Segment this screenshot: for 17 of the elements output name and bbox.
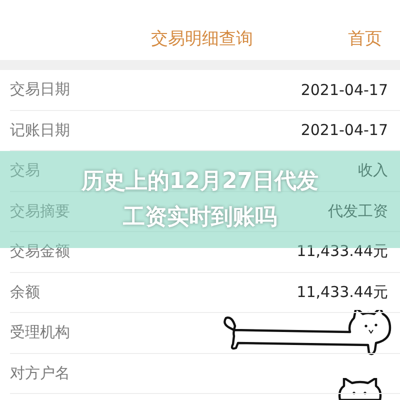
field-value: 收入 — [358, 161, 388, 180]
home-link[interactable]: 首页 — [348, 27, 382, 50]
field-value: 2021-04-17 — [300, 80, 388, 99]
field-value: 11,433.44元 — [296, 282, 388, 302]
banner-title: 历史上的12月27日代发工资实时到账吗 — [80, 168, 320, 232]
field-value: 2021-04-17 — [300, 121, 388, 140]
field-label: 记账日期 — [10, 120, 70, 140]
field-label: 交易日期 — [10, 80, 70, 100]
field-label: 余额 — [10, 282, 40, 302]
field-value: 代发工资 — [328, 202, 388, 221]
field-label: 交易摘要 — [10, 202, 70, 221]
field-value: 11,433.44元 — [296, 242, 388, 262]
field-label: 交易金额 — [10, 242, 70, 262]
field-label: 受理机构 — [10, 323, 70, 342]
field-label: 交易 — [10, 161, 40, 180]
field-label: 对方户名 — [10, 364, 70, 383]
page-title: 交易明细查询 — [151, 28, 253, 50]
